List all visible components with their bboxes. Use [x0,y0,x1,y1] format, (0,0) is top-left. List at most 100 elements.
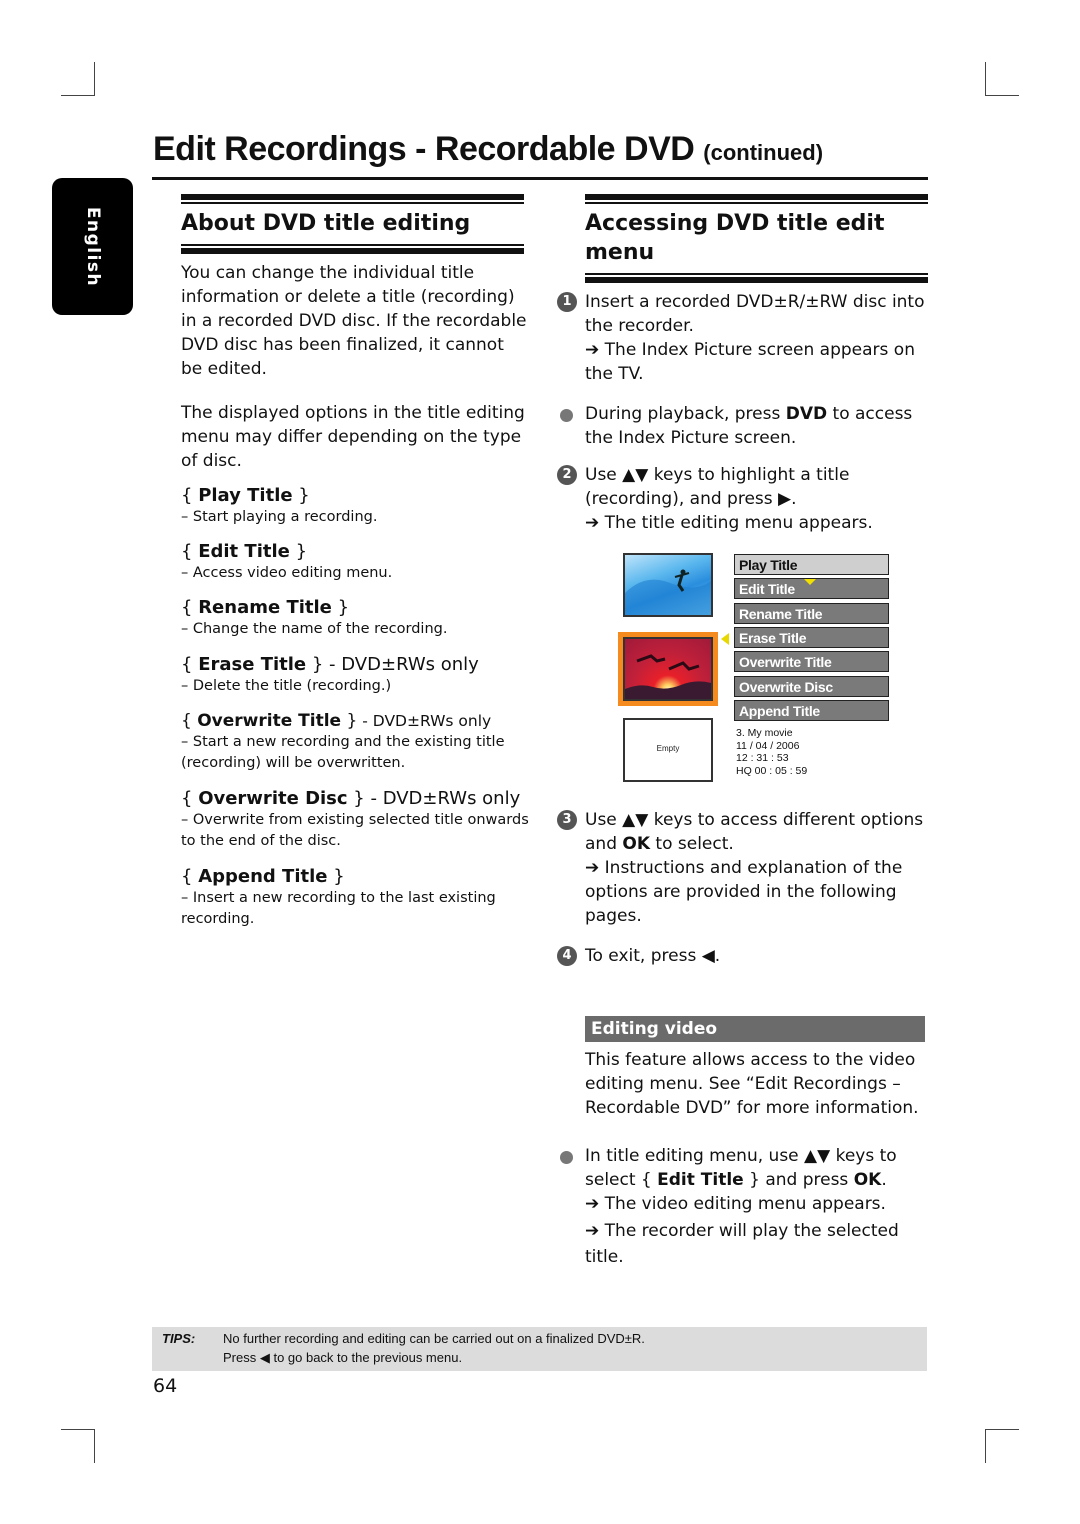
title-time: 12 : 31 : 53 [736,752,789,764]
editing-video-paragraph: This feature allows access to the video … [585,1050,919,1118]
tips-box: TIPS: No further recording and editing c… [152,1327,927,1371]
brace: { [181,541,199,562]
option-item: { Overwrite Title } - DVD±RWs only – Star… [181,710,531,774]
step-text: During playback, press [585,404,786,424]
key-label: DVD [785,404,828,424]
step-2: 2 Use ▲▼ keys to highlight a title (reco… [557,463,932,535]
step-text: To exit, press ◀. [585,946,721,966]
rule [181,194,524,200]
option-item: { Play Title } – Start playing a recordin… [181,485,531,528]
rule [585,202,928,204]
empty-label: Empty [656,744,680,753]
thumbnail-sunset[interactable] [623,637,713,701]
option-description-text: Access video editing menu. [192,565,393,581]
dash: – [181,509,193,525]
option-description-text: Start a new recording and the existing t… [181,734,505,771]
option-name: Overwrite Disc [198,788,348,809]
option-description-text: Delete the title (recording.) [192,678,392,694]
option-description: – Delete the title (recording.) [181,676,531,697]
key-label: OK [853,1170,882,1190]
option-heading: { Rename Title } [181,597,531,619]
step-number-icon: 4 [557,946,577,966]
option-name: Overwrite Title [197,711,342,731]
option-item: { Edit Title } – Access video editing men… [181,541,531,584]
option-label: Edit Title [657,1170,744,1190]
step-text: Insert a recorded DVD±R/±RW disc into th… [585,292,925,336]
option-item: { Erase Title } - DVD±RWs only – Delete t… [181,654,531,697]
option-description-text: Insert a new recording to the last exist… [181,890,496,927]
step-4: 4 To exit, press ◀. [557,944,932,968]
brace: { [181,711,198,731]
options-note-paragraph: The displayed options in the title editi… [181,403,525,471]
tips-label: TIPS: [162,1331,196,1346]
rule [181,248,524,254]
step-text: Use ▲▼ keys to highlight a title (record… [585,465,850,509]
dash: – [181,565,193,581]
page-number: 64 [153,1375,178,1397]
option-heading: { Edit Title } [181,541,531,563]
step-result: The Index Picture screen appears on the … [585,340,915,384]
step-result: The recorder will play the selected titl… [585,1221,899,1267]
brace: } [289,541,308,562]
option-description: – Insert a new recording to the last exi… [181,888,531,930]
menu-item[interactable]: Overwrite Title [734,651,889,673]
option-qualifier: - DVD±RWs only [364,788,521,809]
option-heading: { Play Title } [181,485,531,507]
dash: – [181,890,193,906]
menu-item[interactable]: Play Title [734,554,889,575]
brace: } [331,597,350,618]
menu-item[interactable]: Append Title [734,699,889,721]
menu-item[interactable]: Erase Title [734,626,889,648]
brace: } [347,788,365,809]
crop-mark-bottom-left-h [61,1429,95,1430]
option-heading: { Overwrite Disc } - DVD±RWs only [181,788,531,810]
tips-line: Press ◀ to go back to the previous menu. [223,1350,463,1365]
crop-mark-bottom-right-v [985,1429,986,1463]
brace: { [181,654,199,675]
step-result: The title editing menu appears. [604,513,873,533]
option-description-text: Start playing a recording. [192,509,378,525]
brace: } [341,711,358,731]
section-heading: Accessing DVD title edit menu [585,211,885,265]
birds-icon [625,654,711,699]
step-text: . [881,1170,887,1190]
step-text: } and press [743,1170,854,1190]
option-qualifier: - DVD±RWs only [357,712,492,730]
page-title: Edit Recordings - Recordable DVD (contin… [153,130,823,169]
editing-video-heading: Editing video [585,1016,925,1042]
option-description: – Start playing a recording. [181,507,531,528]
option-description: – Overwrite from existing selected title… [181,810,531,852]
title-info: 3. My movie 11 / 04 / 2006 12 : 31 : 53 … [736,727,807,777]
tips-line: No further recording and editing can be … [223,1331,645,1346]
option-description-text: Change the name of the recording. [192,621,448,637]
brace: } [306,654,324,675]
option-qualifier: - DVD±RWs only [323,654,479,675]
step-bullet: During playback, press DVD to access the… [557,402,932,450]
title-duration: HQ 00 : 05 : 59 [736,764,808,777]
thumbnail-surfer[interactable] [623,553,713,617]
menu-item[interactable]: Rename Title [734,602,889,624]
brace: { [181,788,199,809]
step-result: Instructions and explanation of the opti… [585,858,903,926]
surfer-icon [625,569,711,615]
option-heading: { Overwrite Title } - DVD±RWs only [181,710,531,732]
rule [181,244,524,246]
brace: { [181,866,199,887]
option-description: – Start a new recording and the existing… [181,732,531,774]
option-item: { Overwrite Disc } - DVD±RWs only – Overw… [181,788,531,852]
menu-down-pointer-icon [804,579,816,585]
arrow-icon: ➔ [585,1221,600,1241]
title-name: 3. My movie [736,727,793,739]
section-heading: About DVD title editing [181,211,471,236]
option-name: Erase Title [198,654,307,675]
option-name: Append Title [198,866,328,887]
dash: – [181,734,193,750]
brace: } [292,485,310,506]
selection-pointer-icon [721,633,729,645]
page-title-text: Edit Recordings - Recordable DVD [153,130,695,168]
menu-item[interactable]: Overwrite Disc [734,675,889,697]
thumbnail-empty[interactable]: Empty [623,718,713,782]
step-1: 1 Insert a recorded DVD±R/±RW disc into … [557,290,932,386]
step-result: The video editing menu appears. [604,1194,886,1214]
crop-mark-bottom-left-v [94,1429,95,1463]
